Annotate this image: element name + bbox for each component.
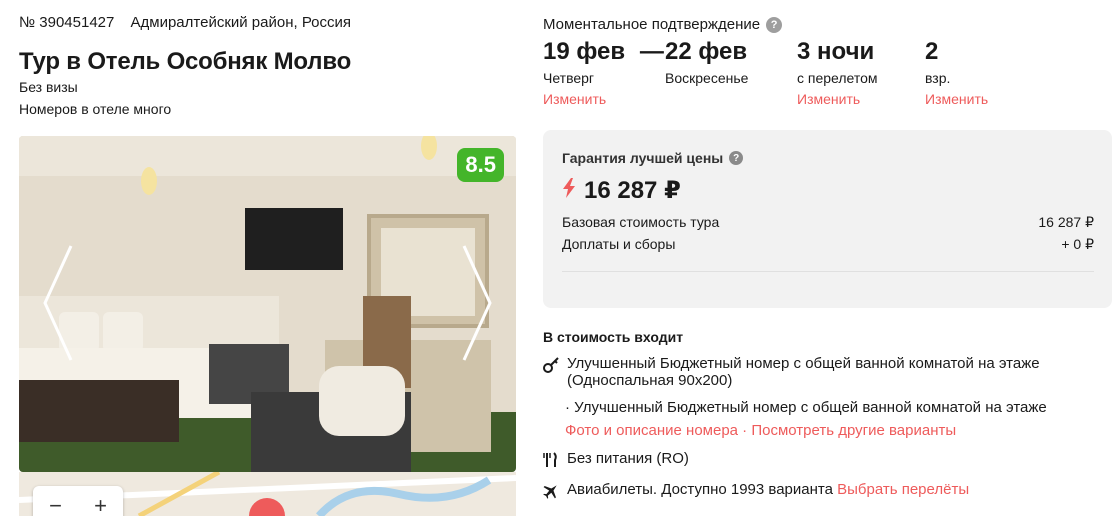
date-from-block: 19 фев — Четверг Изменить bbox=[543, 38, 672, 107]
flights-included: Авиабилеты. Доступно 1993 варианта Выбра… bbox=[543, 481, 969, 499]
price-guarantee: Гарантия лучшей цены ? bbox=[562, 150, 744, 166]
hotel-panel: № 390451427 Адмиралтейский район, Россия… bbox=[0, 0, 530, 516]
nights-count: 3 ночи bbox=[797, 38, 875, 65]
hotel-room-photo bbox=[19, 136, 516, 472]
map-zoom-in-button[interactable]: + bbox=[94, 493, 107, 516]
hotel-map[interactable]: − + bbox=[19, 472, 516, 516]
cutlery-icon bbox=[543, 450, 559, 468]
date-range: 19 фев — bbox=[543, 38, 672, 66]
room-line-2: (Односпальная 90х200) bbox=[567, 372, 733, 389]
adults-note: взр. bbox=[925, 70, 951, 86]
visa-note: Без визы bbox=[19, 79, 78, 95]
flights-text: Авиабилеты. Доступно 1993 варианта bbox=[567, 481, 833, 498]
chevron-left-icon[interactable] bbox=[41, 244, 75, 362]
price-card: Гарантия лучшей цены ? 16 287 ₽ Базовая … bbox=[543, 130, 1112, 308]
price-divider bbox=[562, 271, 1094, 272]
instant-confirm-label: Моментальное подтверждение bbox=[543, 16, 761, 33]
choose-flights-link[interactable]: Выбрать перелёты bbox=[837, 481, 969, 498]
date-to-block: 22 фев Воскресенье bbox=[665, 38, 748, 86]
change-nights-link[interactable]: Изменить bbox=[797, 91, 878, 107]
base-price-value: 16 287 ₽ bbox=[1038, 214, 1094, 230]
adults-count: 2 bbox=[925, 38, 939, 65]
base-price-row: Базовая стоимость тура 16 287 ₽ bbox=[562, 214, 1094, 231]
date-separator: — bbox=[639, 38, 664, 65]
help-circle-icon[interactable]: ? bbox=[766, 16, 783, 33]
hotel-id: № 390451427 bbox=[19, 14, 115, 31]
help-circle-icon[interactable]: ? bbox=[729, 151, 744, 165]
adults-block: 2 взр. Изменить bbox=[925, 38, 988, 107]
key-icon bbox=[543, 355, 559, 373]
page-title: Тур в Отель Особняк Молво bbox=[19, 48, 352, 75]
booking-panel: Моментальное подтверждение ? 19 фев — Че… bbox=[543, 0, 1112, 516]
map-zoom-out-button[interactable]: − bbox=[49, 493, 62, 516]
day-to: Воскресенье bbox=[665, 70, 749, 86]
base-price-label: Базовая стоимость тура bbox=[562, 214, 720, 230]
total-price: 16 287 ₽ bbox=[562, 176, 681, 205]
date-from: 19 фев bbox=[543, 38, 626, 65]
rating-badge: 8.5 bbox=[457, 148, 504, 182]
room-links: Фото и описание номера · Посмотреть друг… bbox=[565, 422, 956, 439]
nights-block: 3 ночи с перелетом Изменить bbox=[797, 38, 878, 107]
lightning-icon bbox=[562, 177, 576, 205]
plane-icon bbox=[543, 481, 559, 499]
rooms-note: Номеров в отеле много bbox=[19, 101, 172, 117]
fees-label: Доплаты и сборы bbox=[562, 236, 676, 252]
map-zoom-controls: − + bbox=[33, 486, 123, 516]
hotel-location[interactable]: Адмиралтейский район, Россия bbox=[131, 14, 352, 31]
day-from: Четверг bbox=[543, 70, 595, 86]
room-included: Улучшенный Бюджетный номер с общей ванно… bbox=[543, 355, 1040, 389]
room-links-separator: · bbox=[738, 422, 752, 439]
room-photos-link[interactable]: Фото и описание номера bbox=[565, 422, 738, 439]
room-alt: · Улучшенный Бюджетный номер с общей ван… bbox=[565, 399, 1047, 416]
meals-text: Без питания (RO) bbox=[567, 450, 689, 467]
change-dates-link[interactable]: Изменить bbox=[543, 91, 672, 107]
hotel-meta: № 390451427 Адмиралтейский район, Россия bbox=[19, 14, 351, 31]
chevron-right-icon[interactable] bbox=[460, 244, 494, 362]
change-adults-link[interactable]: Изменить bbox=[925, 91, 988, 107]
meals-included: Без питания (RO) bbox=[543, 450, 689, 468]
room-line-1: Улучшенный Бюджетный номер с общей ванно… bbox=[567, 355, 1040, 372]
nights-note: с перелетом bbox=[797, 70, 878, 86]
fees-value: + 0 ₽ bbox=[1061, 236, 1094, 252]
total-price-value: 16 287 ₽ bbox=[584, 177, 681, 204]
room-description: Улучшенный Бюджетный номер с общей ванно… bbox=[567, 355, 1040, 389]
room-other-link[interactable]: Посмотреть другие варианты bbox=[751, 422, 956, 439]
date-to: 22 фев bbox=[665, 38, 748, 65]
fees-row: Доплаты и сборы + 0 ₽ bbox=[562, 236, 1094, 253]
included-title: В стоимость входит bbox=[543, 329, 684, 345]
hotel-photo-gallery[interactable]: 8.5 bbox=[19, 136, 516, 472]
price-guarantee-label: Гарантия лучшей цены bbox=[562, 150, 724, 166]
instant-confirm: Моментальное подтверждение ? bbox=[543, 16, 783, 33]
